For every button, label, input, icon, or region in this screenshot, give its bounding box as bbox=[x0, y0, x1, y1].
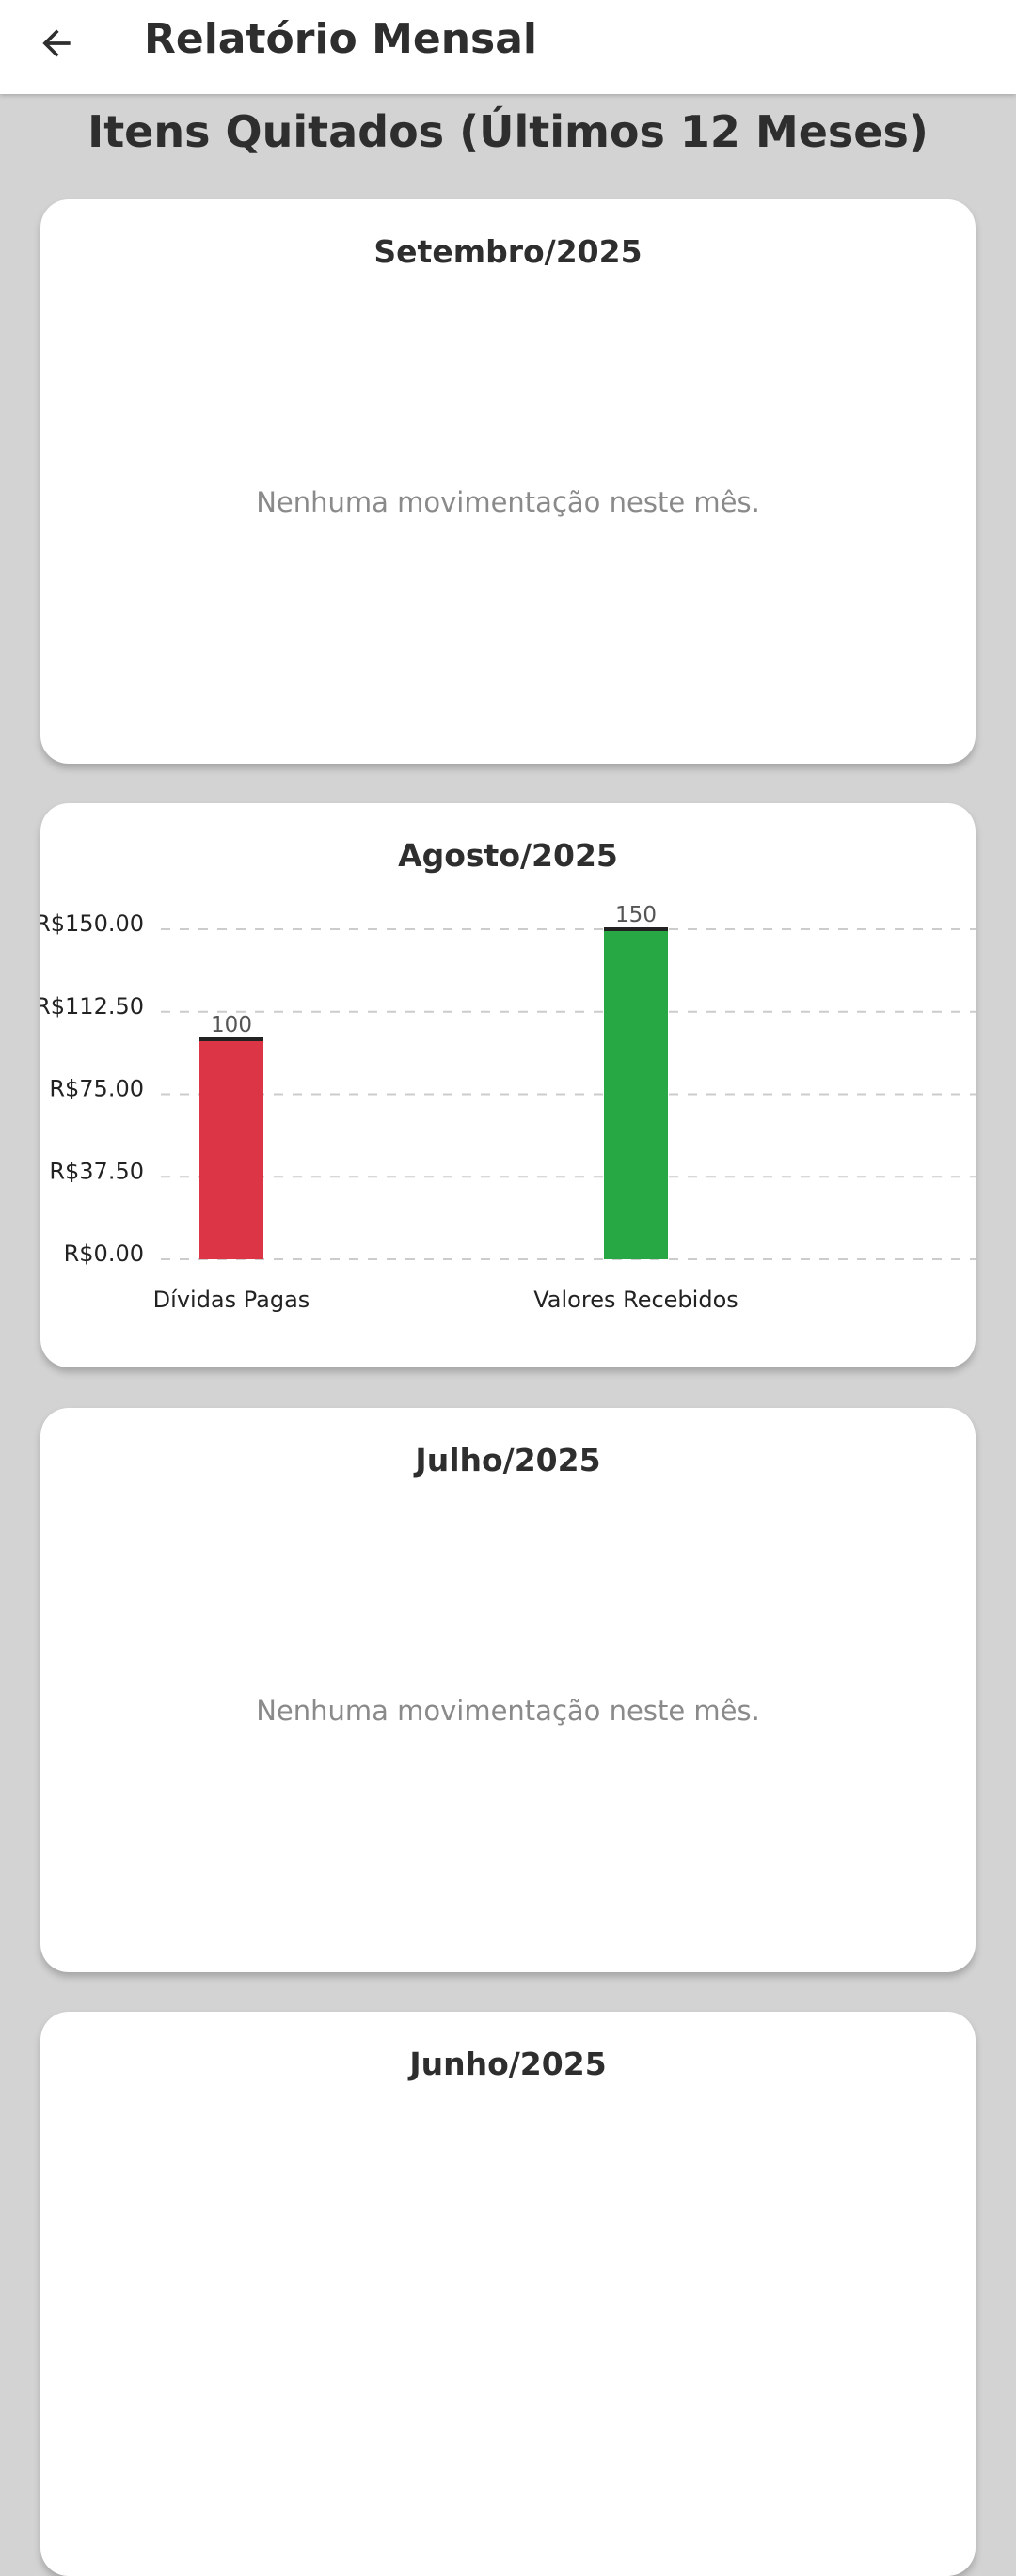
month-card-september: Setembro/2025 Nenhuma movimentação neste… bbox=[40, 199, 976, 764]
month-title: Julho/2025 bbox=[415, 1442, 601, 1478]
x-category-label: Valores Recebidos bbox=[533, 1287, 738, 1313]
empty-message: Nenhuma movimentação neste mês. bbox=[256, 486, 760, 518]
x-category-label: Dívidas Pagas bbox=[153, 1287, 310, 1313]
month-card-july: Julho/2025 Nenhuma movimentação neste mê… bbox=[40, 1408, 976, 1972]
month-card-august: Agosto/2025 R$0.00 R$37.50 R$75.00 R$112.50… bbox=[40, 803, 976, 1367]
data-label: 150 bbox=[615, 903, 657, 927]
bar-chart: R$0.00 R$37.50 R$75.00 R$112.50 R$150.00 100 D… bbox=[40, 903, 976, 1313]
y-tick-label: R$75.00 bbox=[49, 1076, 144, 1102]
data-label: 100 bbox=[211, 1013, 252, 1037]
y-tick-label: R$150.00 bbox=[40, 910, 144, 937]
back-button[interactable] bbox=[21, 8, 92, 79]
y-tick-label: R$0.00 bbox=[64, 1241, 144, 1267]
arrow-left-icon bbox=[42, 29, 71, 57]
section-title: Itens Quitados (Últimos 12 Meses) bbox=[87, 106, 929, 157]
month-card-june: Junho/2025 bbox=[40, 2012, 976, 2576]
bar-top-border bbox=[199, 1037, 263, 1041]
page-title: Relatório Mensal bbox=[144, 15, 537, 63]
y-tick-label: R$112.50 bbox=[40, 993, 144, 1019]
bar bbox=[604, 929, 668, 1259]
month-title: Junho/2025 bbox=[409, 2046, 607, 2082]
bar bbox=[199, 1039, 263, 1259]
app-bar: Relatório Mensal bbox=[0, 0, 1016, 94]
empty-message: Nenhuma movimentação neste mês. bbox=[256, 1695, 760, 1727]
y-tick-label: R$37.50 bbox=[49, 1158, 144, 1184]
bar-top-border bbox=[604, 927, 668, 931]
month-title: Setembro/2025 bbox=[373, 233, 643, 270]
